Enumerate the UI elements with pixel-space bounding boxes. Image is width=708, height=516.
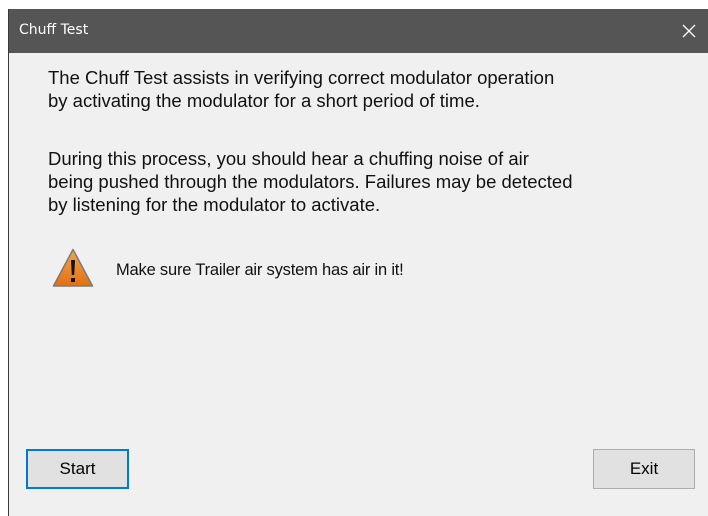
- description-line: The Chuff Test assists in verifying corr…: [48, 67, 555, 88]
- process-line: being pushed through the modulators. Fai…: [48, 171, 573, 192]
- description-paragraph: The Chuff Test assists in verifying corr…: [48, 66, 554, 112]
- start-button[interactable]: Start: [26, 449, 129, 489]
- window-title: Chuff Test: [19, 22, 89, 38]
- process-line: During this process, you should hear a c…: [48, 148, 529, 169]
- title-bar[interactable]: Chuff Test: [9, 9, 708, 53]
- process-paragraph: During this process, you should hear a c…: [48, 147, 573, 216]
- warning-message: Make sure Trailer air system has air in …: [116, 261, 404, 279]
- close-icon: [682, 24, 696, 38]
- warning-icon: [52, 248, 94, 287]
- exit-button[interactable]: Exit: [593, 449, 695, 489]
- close-button[interactable]: [669, 9, 708, 53]
- process-line: by listening for the modulator to activa…: [48, 194, 381, 215]
- description-line: by activating the modulator for a short …: [48, 90, 480, 111]
- chuff-test-dialog: Chuff Test The Chuff Test assists in ver…: [8, 9, 708, 516]
